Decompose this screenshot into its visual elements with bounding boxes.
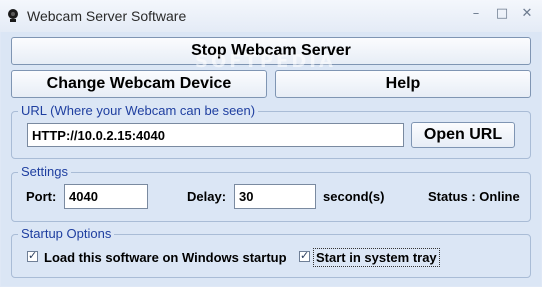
url-group-legend: URL (Where your Webcam can be seen) [18,103,259,118]
start-in-tray-label[interactable]: Start in system tray [313,248,440,267]
delay-label: Delay: [187,189,227,204]
checkmark-icon: ✓ [300,249,310,262]
open-url-button[interactable]: Open URL [411,122,515,148]
close-icon[interactable]: ✕ [519,7,535,21]
start-in-tray-checkbox[interactable]: ✓ [299,249,310,262]
settings-group-legend: Settings [18,164,71,179]
change-webcam-device-button[interactable]: Change Webcam Device [11,70,267,98]
port-label: Port: [26,189,57,204]
stop-webcam-server-label: Stop Webcam Server [191,42,351,59]
help-label: Help [385,75,421,92]
stop-webcam-server-button[interactable]: Stop Webcam Server [11,37,531,65]
url-field[interactable] [27,123,404,147]
maximize-icon[interactable]: □ [494,7,510,21]
delay-field[interactable] [234,184,316,209]
window-title: Webcam Server Software [27,8,187,24]
load-on-startup-label[interactable]: Load this software on Windows startup [44,250,287,265]
title-bar[interactable]: Webcam Server Software – □ ✕ [0,0,542,32]
load-on-startup-checkbox[interactable]: ✓ [27,249,38,262]
delay-unit-label: second(s) [323,189,385,204]
startup-options-legend: Startup Options [18,226,115,241]
port-field[interactable] [64,184,148,209]
change-webcam-device-label: Change Webcam Device [46,75,232,92]
checkmark-icon: ✓ [28,249,38,262]
open-url-label: Open URL [423,126,503,143]
status-text: Status : Online [428,189,520,204]
minimize-icon[interactable]: – [468,7,484,21]
webcam-app-icon [8,9,18,22]
help-button[interactable]: Help [275,70,531,98]
